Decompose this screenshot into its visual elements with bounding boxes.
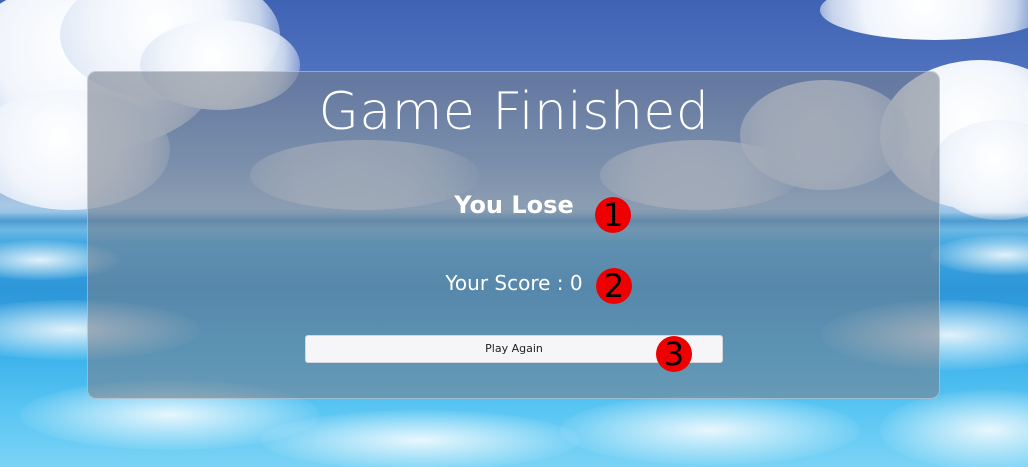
score-value: 0 bbox=[569, 271, 583, 295]
game-finished-title: Game Finished bbox=[318, 82, 710, 142]
annotation-marker-2: 2 bbox=[596, 268, 632, 304]
water-foam bbox=[880, 390, 1028, 467]
cloud bbox=[820, 0, 1028, 40]
result-text: You Lose bbox=[454, 191, 574, 219]
annotation-marker-3: 3 bbox=[656, 336, 692, 372]
score-display: Your Score : 0 bbox=[0, 268, 1028, 298]
annotation-marker-1: 1 bbox=[595, 197, 631, 233]
water-foam bbox=[260, 410, 580, 467]
score-label: Your Score : bbox=[445, 271, 570, 295]
water-foam bbox=[560, 395, 860, 465]
